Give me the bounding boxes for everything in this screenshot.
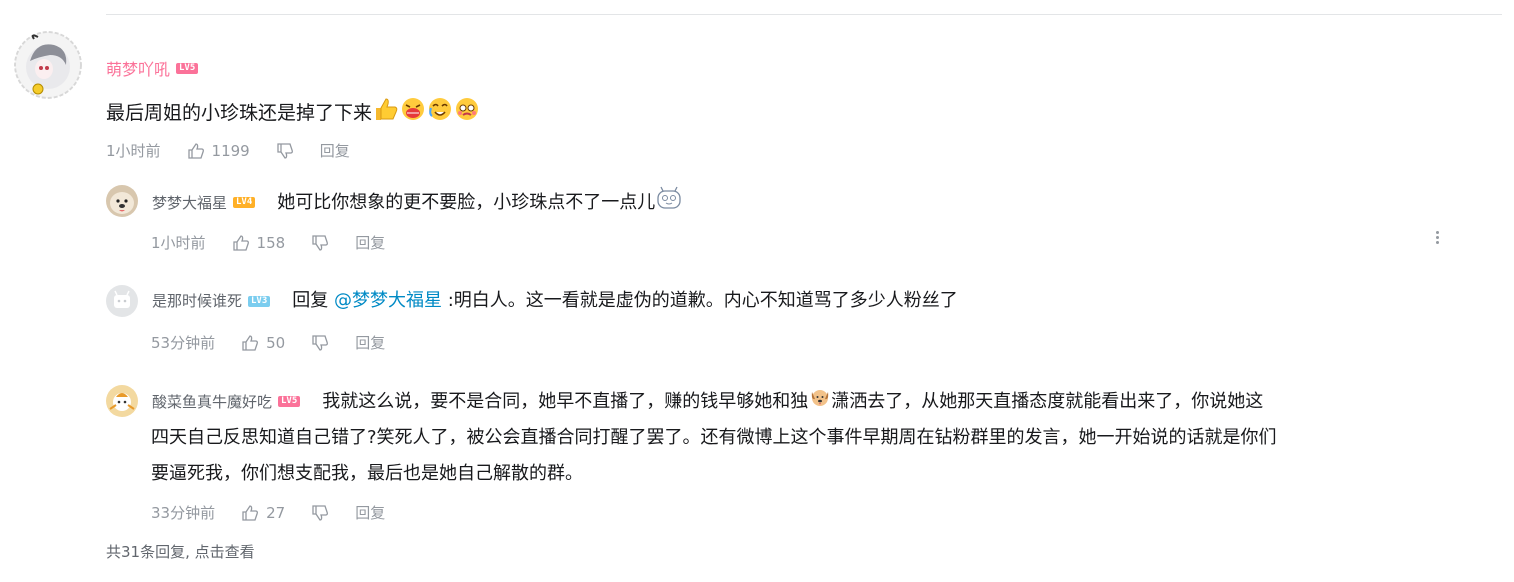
reply-text-continued: 潇洒去了，从她那天直播态度就能看出来了，你说她这 [831, 390, 1264, 412]
reply-meta: 1小时前 158 回复 [151, 232, 385, 253]
reply-time: 53分钟前 [151, 334, 216, 352]
thumb-down-icon [312, 234, 329, 251]
thumb-down-icon [312, 334, 329, 351]
comment-time: 1小时前 [106, 142, 161, 160]
comment-content: 最后周姐的小珍珠还是掉了下来 [106, 96, 480, 131]
reply-button[interactable]: 回复 [355, 502, 385, 523]
reply-line: 梦梦大福星 LV4 她可比你想象的更不要脸，小珍珠点不了一点儿 [106, 186, 682, 219]
like-button[interactable]: 50 [241, 334, 285, 352]
dislike-button[interactable] [311, 334, 329, 352]
reply-button[interactable]: 回复 [320, 140, 350, 161]
like-button[interactable]: 1199 [187, 142, 250, 160]
root-header: 萌梦吖吼 LV5 [106, 56, 199, 80]
like-button[interactable]: 27 [241, 504, 285, 522]
dislike-button[interactable] [276, 142, 294, 160]
view-more-label[interactable]: 共31条回复, 点击查看 [106, 543, 255, 561]
like-count: 158 [256, 233, 286, 252]
mention-link[interactable]: @梦梦大福星 [334, 287, 442, 315]
thumb-up-icon [232, 234, 249, 251]
grimace-emoji-icon [400, 96, 426, 131]
reply-text: :明白人。这一看就是虚伪的道歉。内心不知道骂了多少人粉丝了 [442, 290, 958, 311]
reply-text: 我就这么说，要不是合同，她早不直播了，赚的钱早够她和独 [322, 390, 809, 412]
reply-username[interactable]: 酸菜鱼真牛魔好吃 [152, 388, 272, 416]
like-count: 1199 [211, 141, 250, 160]
thumb-up-icon [242, 334, 259, 351]
avatar[interactable] [14, 31, 82, 99]
reply-button[interactable]: 回复 [355, 232, 385, 253]
reply-meta: 53分钟前 50 回复 [151, 332, 385, 353]
reply-line: 是那时候谁死 LV3 回复 @梦梦大福星 :明白人。这一看就是虚伪的道歉。内心不… [106, 287, 958, 315]
thumb-up-icon [242, 504, 259, 521]
reply-meta: 33分钟前 27 回复 [151, 502, 385, 523]
reply-button[interactable]: 回复 [355, 332, 385, 353]
like-count: 27 [266, 503, 286, 522]
dog-emoji-icon [809, 386, 831, 417]
reply-username[interactable]: 是那时候谁死 [152, 287, 242, 315]
thumbs-up-icon [373, 96, 399, 131]
reply-text-line: 要逼死我，你们想支配我，最后也是她自己解散的群。 [151, 463, 583, 484]
level-badge: LV4 [233, 197, 256, 208]
avatar-frame-icon [14, 31, 82, 99]
view-more-replies[interactable]: 共31条回复, 点击查看 [106, 541, 255, 562]
thumb-down-icon [312, 504, 329, 521]
reply-text-wrap: 四天自己反思知道自己错了?笑死人了，被公会直播合同打醒了罢了。还有微博上这个事件… [151, 420, 1511, 492]
reply-username[interactable]: 梦梦大福星 [152, 189, 227, 217]
reply-time: 1小时前 [151, 234, 206, 252]
dislike-button[interactable] [311, 234, 329, 252]
reply-text: 她可比你想象的更不要脸，小珍珠点不了一点儿 [277, 191, 656, 213]
top-divider [106, 14, 1502, 15]
like-count: 50 [266, 333, 286, 352]
comment-text: 最后周姐的小珍珠还是掉了下来 [106, 102, 373, 124]
crying-emoji-icon [427, 96, 453, 131]
reply-line: 酸菜鱼真牛魔好吃 LV5 我就这么说，要不是合同，她早不直播了，赚的钱早够她和独… [106, 386, 1263, 417]
thumb-down-icon [277, 142, 293, 159]
dislike-button[interactable] [311, 504, 329, 522]
reply-text-line: 四天自己反思知道自己错了?笑死人了，被公会直播合同打醒了罢了。还有微博上这个事件… [151, 427, 1277, 448]
comment-meta: 1小时前 1199 回复 [106, 140, 350, 161]
pleading-emoji-icon [454, 96, 480, 131]
more-options-icon[interactable] [1431, 229, 1443, 247]
robot-face-emoji-icon [656, 186, 682, 219]
thumb-up-icon [187, 142, 204, 159]
level-badge: LV3 [248, 295, 271, 307]
reply-prefix: 回复 [292, 290, 335, 311]
comment-username[interactable]: 萌梦吖吼 [106, 56, 170, 80]
reply-time: 33分钟前 [151, 504, 216, 522]
level-badge: LV5 [176, 62, 199, 74]
like-button[interactable]: 158 [232, 233, 286, 252]
level-badge: LV5 [278, 396, 301, 407]
